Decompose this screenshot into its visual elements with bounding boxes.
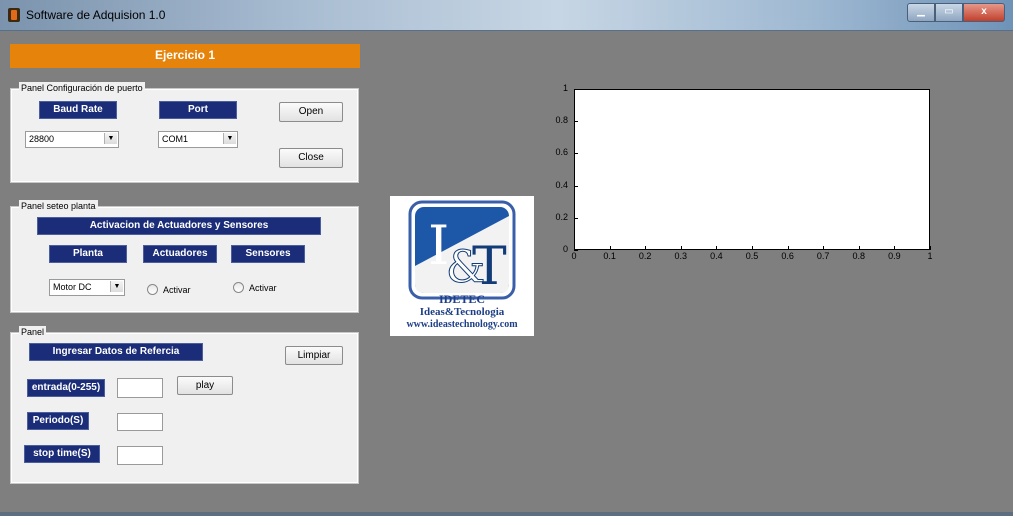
plant-label: Planta — [49, 245, 127, 263]
port-value: COM1 — [162, 134, 189, 144]
actuator-radio[interactable]: Activar — [147, 284, 191, 295]
sensor-radio[interactable]: Activar — [233, 282, 277, 293]
y-tick-label: 0.8 — [555, 115, 568, 126]
input-label: entrada(0-255) — [27, 379, 105, 397]
x-tick-mark — [574, 246, 575, 250]
window-title: Software de Adquision 1.0 — [26, 8, 166, 22]
actuators-label: Actuadores — [143, 245, 217, 263]
port-label: Port — [159, 101, 237, 119]
baud-rate-label: Baud Rate — [39, 101, 117, 119]
x-tick-mark — [609, 246, 611, 250]
idetec-logo: I & T IDETEC Ideas&Tecnologia www.ideast… — [390, 196, 534, 336]
x-tick-label: 0.1 — [603, 251, 616, 261]
reference-label: Ingresar Datos de Refercia — [29, 343, 203, 361]
actuator-radio-label: Activar — [163, 284, 191, 295]
play-button[interactable]: play — [177, 376, 233, 395]
data-panel: Panel Ingresar Datos de Refercia Limpiar… — [10, 326, 359, 484]
x-tick-mark — [858, 246, 860, 250]
x-tick-mark — [787, 246, 789, 250]
radio-circle-icon — [233, 282, 244, 293]
x-tick-label: 1 — [927, 251, 933, 261]
radio-circle-icon — [147, 284, 158, 295]
baud-rate-select[interactable]: 28800 ▼ — [25, 131, 119, 148]
x-tick-label: 0.5 — [745, 251, 759, 261]
chevron-down-icon: ▼ — [223, 133, 236, 144]
y-tick-mark — [574, 185, 578, 187]
x-tick-label: 0.6 — [781, 251, 794, 261]
x-tick-label: 0.4 — [710, 251, 723, 261]
activation-label: Activacion de Actuadores y Sensores — [37, 217, 321, 235]
port-config-panel: Panel Configuración de puerto Baud Rate … — [10, 82, 359, 183]
window-controls: ▁ ▭ x — [907, 3, 1005, 22]
sensor-radio-label: Activar — [249, 282, 277, 293]
x-tick-label: 0.9 — [888, 251, 901, 261]
x-tick-mark — [680, 246, 682, 250]
plant-setup-panel: Panel seteo planta Activacion de Actuado… — [10, 200, 359, 313]
input-field[interactable] — [117, 378, 163, 398]
plant-select[interactable]: Motor DC ▼ — [49, 279, 125, 296]
x-tick-label: 0.7 — [816, 251, 830, 261]
maximize-button[interactable]: ▭ — [935, 3, 963, 22]
y-tick-label: 0.4 — [555, 179, 568, 190]
x-tick-mark — [823, 246, 825, 250]
close-port-button[interactable]: Close — [279, 148, 343, 168]
y-tick-mark — [574, 89, 578, 90]
y-tick-label: 0.6 — [555, 147, 568, 158]
chevron-down-icon: ▼ — [104, 133, 117, 144]
x-tick-label: 0.2 — [638, 251, 652, 261]
y-tick-mark — [574, 153, 578, 155]
y-tick-mark — [574, 121, 578, 123]
port-select[interactable]: COM1 ▼ — [158, 131, 238, 148]
title-bar: Software de Adquision 1.0 ▁ ▭ x — [0, 0, 1013, 31]
stop-time-label: stop time(S) — [24, 445, 100, 463]
matlab-icon — [8, 8, 20, 22]
exercise-header: Ejercicio 1 — [10, 44, 360, 68]
x-tick-mark — [930, 246, 931, 250]
logo-line2: www.ideastechnology.com — [406, 319, 518, 330]
stop-time-field[interactable] — [117, 446, 163, 465]
y-tick-label: 1 — [562, 83, 568, 93]
clear-button[interactable]: Limpiar — [285, 346, 343, 365]
x-tick-label: 0 — [571, 251, 577, 261]
period-field[interactable] — [117, 413, 163, 431]
window-bottom-border — [0, 512, 1013, 516]
close-window-button[interactable]: x — [963, 3, 1005, 22]
svg-text:T: T — [472, 237, 507, 297]
plant-panel-title: Panel seteo planta — [19, 200, 98, 212]
open-button[interactable]: Open — [279, 102, 343, 122]
baud-rate-value: 28800 — [29, 134, 55, 144]
x-tick-mark — [752, 246, 753, 250]
x-tick-mark — [894, 246, 896, 250]
port-panel-title: Panel Configuración de puerto — [19, 82, 145, 94]
period-label: Periodo(S) — [27, 412, 89, 430]
x-tick-label: 0.8 — [852, 251, 866, 261]
minimize-button[interactable]: ▁ — [907, 3, 935, 22]
y-tick-mark — [574, 217, 578, 219]
chevron-down-icon: ▼ — [110, 281, 123, 292]
x-tick-label: 0.3 — [674, 251, 688, 261]
plot-axes — [574, 89, 930, 250]
logo-line1: Ideas&Tecnologia — [419, 306, 505, 318]
plant-value: Motor DC — [53, 282, 92, 292]
x-tick-mark — [645, 246, 647, 250]
sensors-label: Sensores — [231, 245, 305, 263]
x-tick-mark — [716, 246, 718, 250]
data-panel-title: Panel — [19, 326, 47, 338]
y-tick-label: 0.2 — [555, 211, 568, 222]
logo-brand: IDETEC — [438, 292, 485, 306]
